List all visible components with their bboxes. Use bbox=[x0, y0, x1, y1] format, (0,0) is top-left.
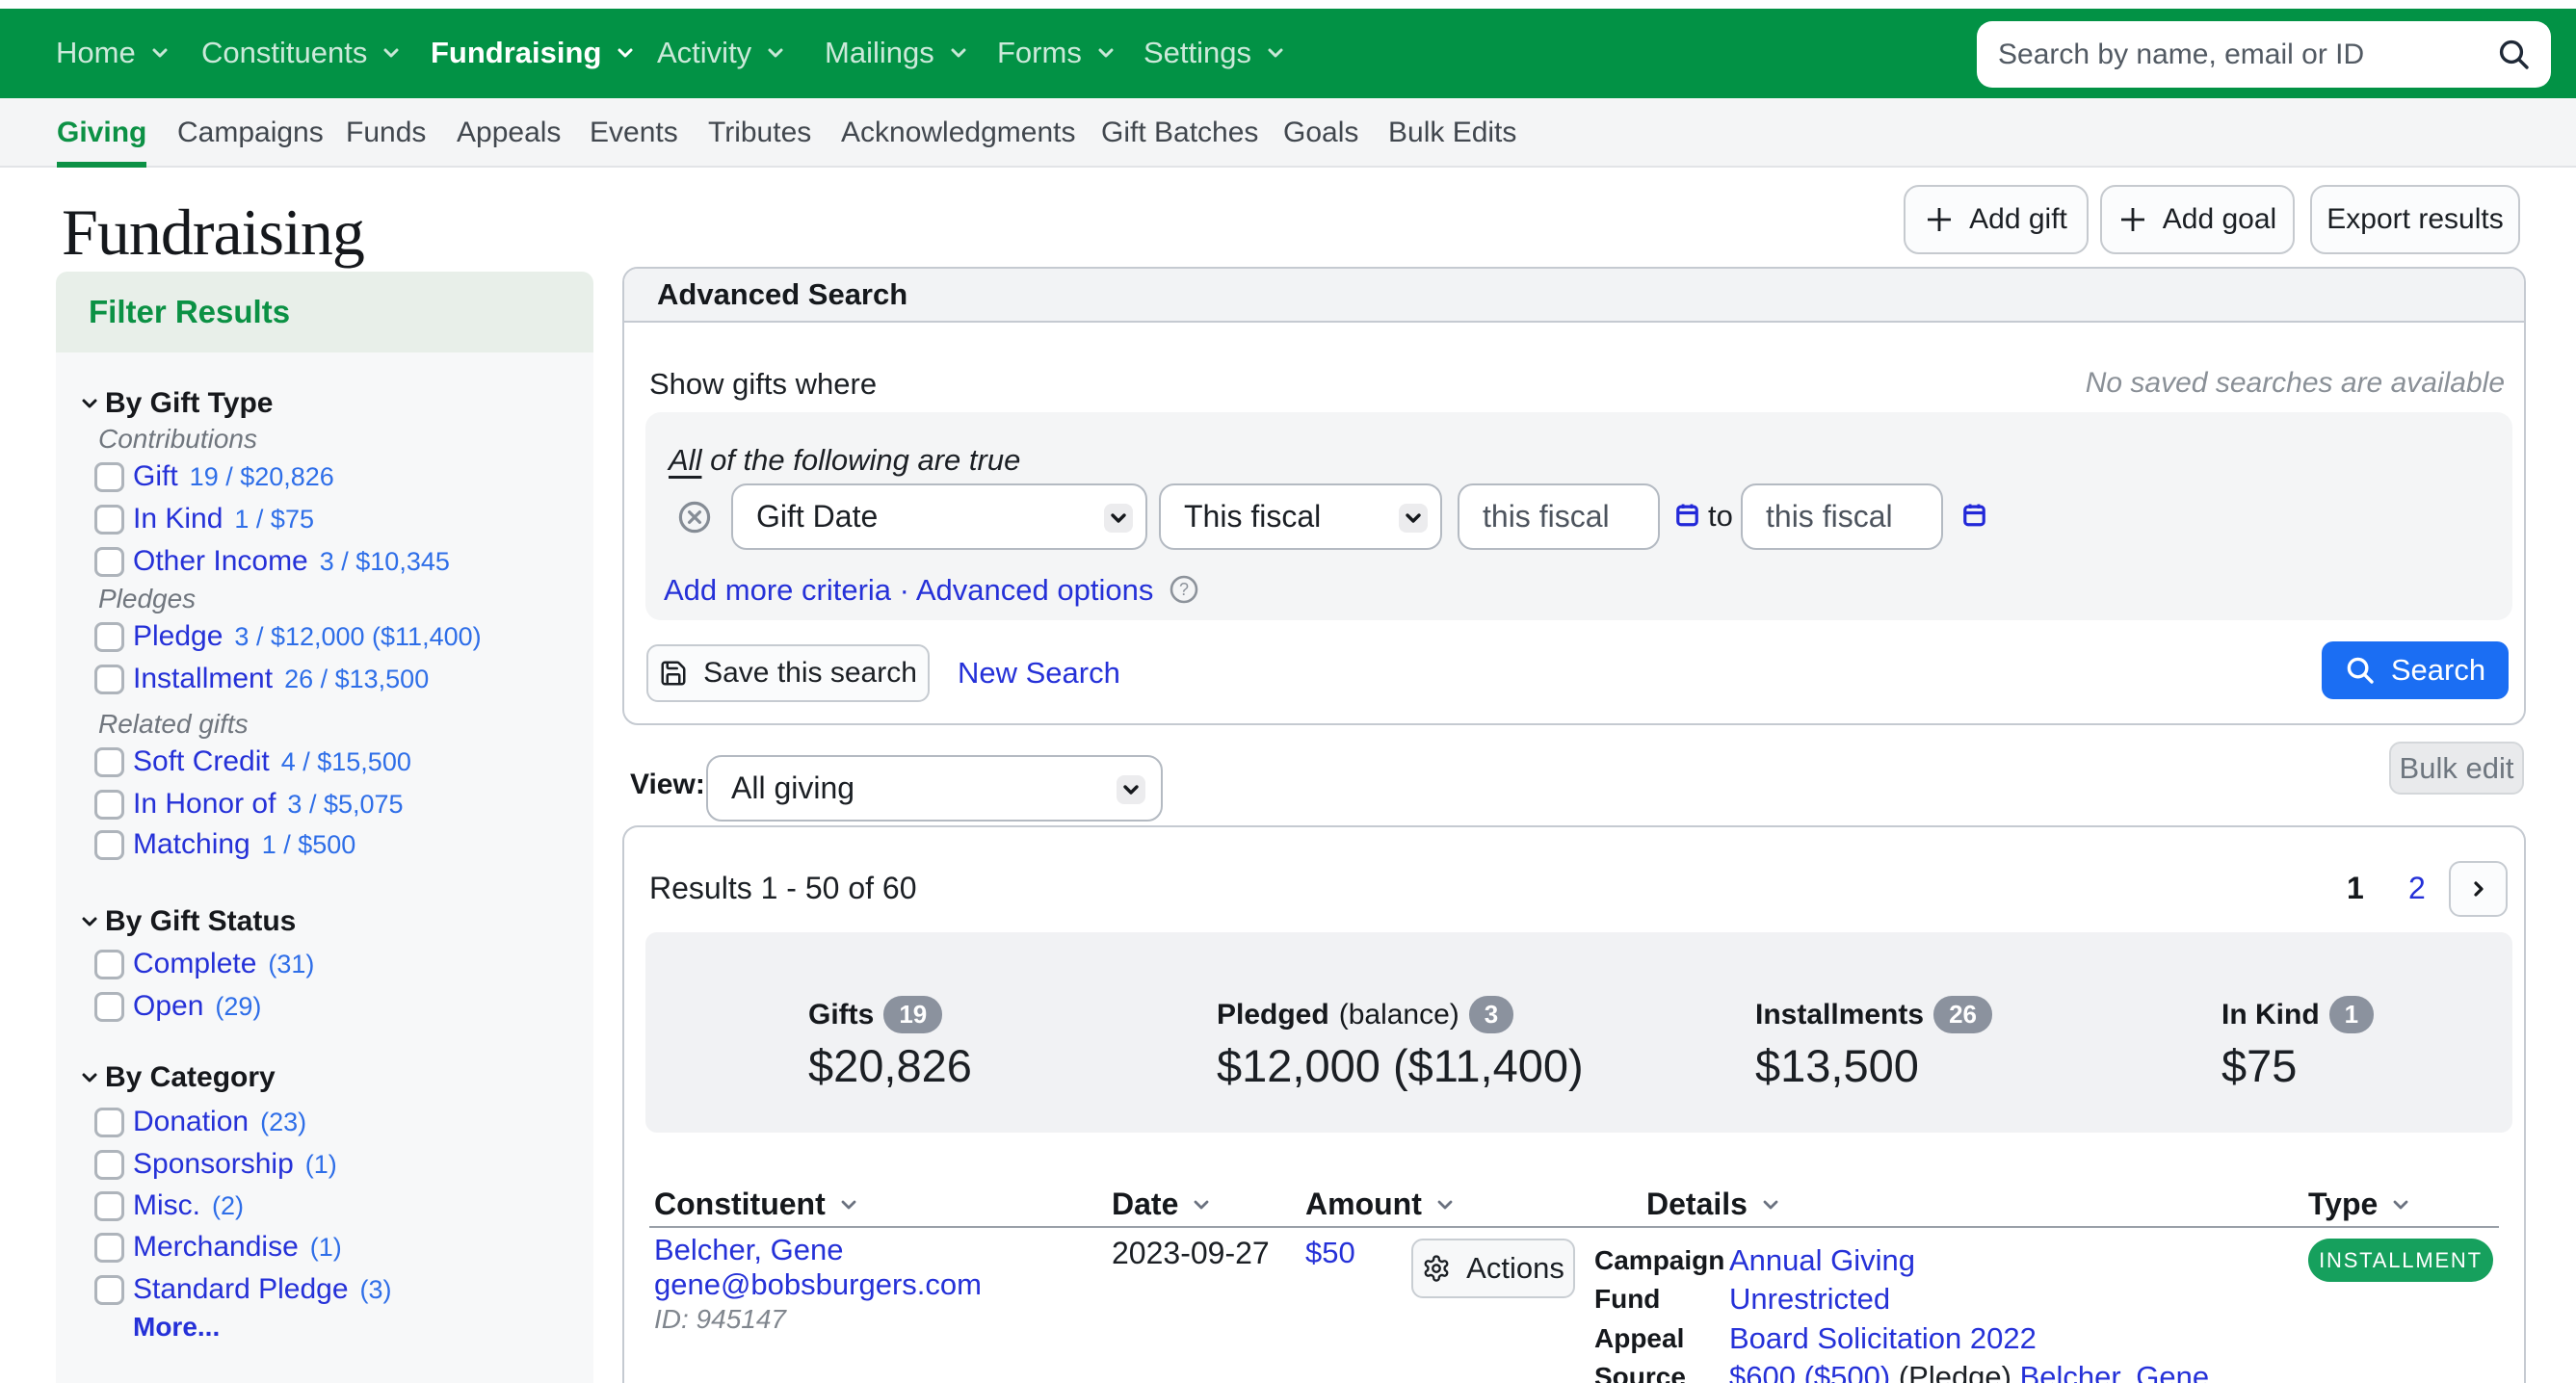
svg-text:?: ? bbox=[1179, 580, 1189, 599]
